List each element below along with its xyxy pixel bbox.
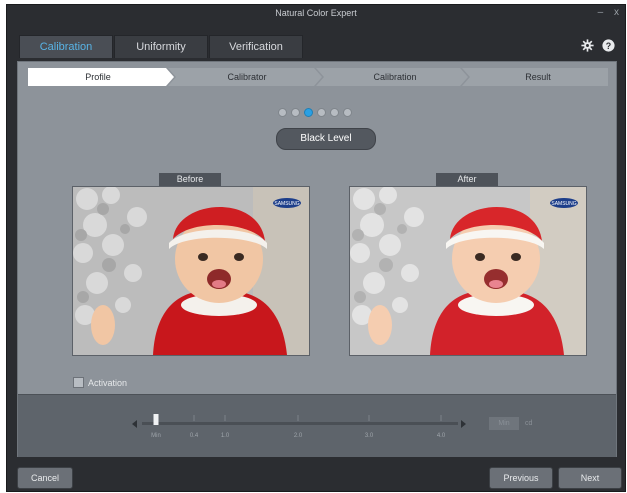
before-label: Before bbox=[159, 173, 221, 186]
level-title: Black Level bbox=[276, 128, 376, 150]
black-level-slider-area: Min 0.4 1.0 2.0 3.0 4.0 Min cd bbox=[18, 394, 616, 457]
page-dot[interactable] bbox=[330, 108, 339, 117]
window-controls: – x bbox=[590, 5, 619, 21]
slider-tick-label: 2.0 bbox=[294, 433, 303, 439]
next-button[interactable]: Next bbox=[558, 467, 622, 489]
before-photo-art: SAMSUNG bbox=[73, 187, 309, 355]
footer-bar: Cancel Previous Next bbox=[7, 461, 625, 491]
slider-value-field[interactable]: Min bbox=[489, 417, 519, 430]
activation-row: Activation bbox=[73, 377, 127, 388]
page-dot[interactable] bbox=[291, 108, 300, 117]
slider-tick-label: 4.0 bbox=[437, 433, 446, 439]
slider-track bbox=[142, 422, 458, 425]
after-label: After bbox=[436, 173, 498, 186]
after-photo-art: SAMSUNG bbox=[350, 187, 586, 355]
activation-checkbox[interactable] bbox=[73, 377, 84, 388]
tab-uniformity[interactable]: Uniformity bbox=[114, 35, 208, 58]
app-window: Natural Color Expert – x Calibration Uni… bbox=[6, 4, 626, 492]
gear-icon[interactable] bbox=[581, 39, 594, 52]
calibration-content: Profile Calibrator Calibration Result Bl… bbox=[17, 61, 617, 457]
after-samsung-logo: SAMSUNG bbox=[551, 201, 576, 207]
page-dot[interactable] bbox=[343, 108, 352, 117]
slider-tick-label: 1.0 bbox=[221, 433, 230, 439]
step-breadcrumb: Profile Calibrator Calibration Result bbox=[28, 68, 608, 86]
after-image: SAMSUNG bbox=[349, 186, 587, 356]
before-samsung-logo: SAMSUNG bbox=[274, 201, 299, 207]
slider-right-arrow-icon[interactable] bbox=[461, 420, 466, 428]
page-indicator bbox=[278, 108, 352, 117]
minimize-button[interactable]: – bbox=[598, 7, 604, 18]
slider-tick-label: 3.0 bbox=[365, 433, 374, 439]
slider-handle[interactable] bbox=[153, 414, 159, 425]
main-tabs: Calibration Uniformity Verification bbox=[19, 35, 304, 59]
page-dot[interactable] bbox=[278, 108, 287, 117]
slider-tick-label: 0.4 bbox=[190, 433, 199, 439]
close-button[interactable]: x bbox=[614, 7, 619, 18]
page-dot[interactable] bbox=[304, 108, 313, 117]
page-dot[interactable] bbox=[317, 108, 326, 117]
slider-unit: cd bbox=[525, 420, 533, 427]
title-bar: Natural Color Expert – x bbox=[7, 5, 625, 21]
cancel-button[interactable]: Cancel bbox=[17, 467, 73, 489]
activation-label: Activation bbox=[88, 377, 128, 388]
svg-text:?: ? bbox=[606, 41, 611, 51]
step-profile: Profile bbox=[85, 72, 111, 82]
step-calibrator: Calibrator bbox=[227, 72, 267, 82]
tab-verification[interactable]: Verification bbox=[209, 35, 303, 58]
before-image: SAMSUNG bbox=[72, 186, 310, 356]
slider-tick-label: Min bbox=[151, 433, 161, 439]
tab-calibration[interactable]: Calibration bbox=[19, 35, 113, 58]
toolbar-icons: ? bbox=[581, 39, 615, 52]
step-calibration: Calibration bbox=[373, 72, 417, 82]
previous-button[interactable]: Previous bbox=[489, 467, 553, 489]
slider-left-arrow-icon[interactable] bbox=[132, 420, 137, 428]
window-title: Natural Color Expert bbox=[275, 8, 357, 18]
help-icon[interactable]: ? bbox=[602, 39, 615, 52]
step-result: Result bbox=[525, 72, 551, 82]
